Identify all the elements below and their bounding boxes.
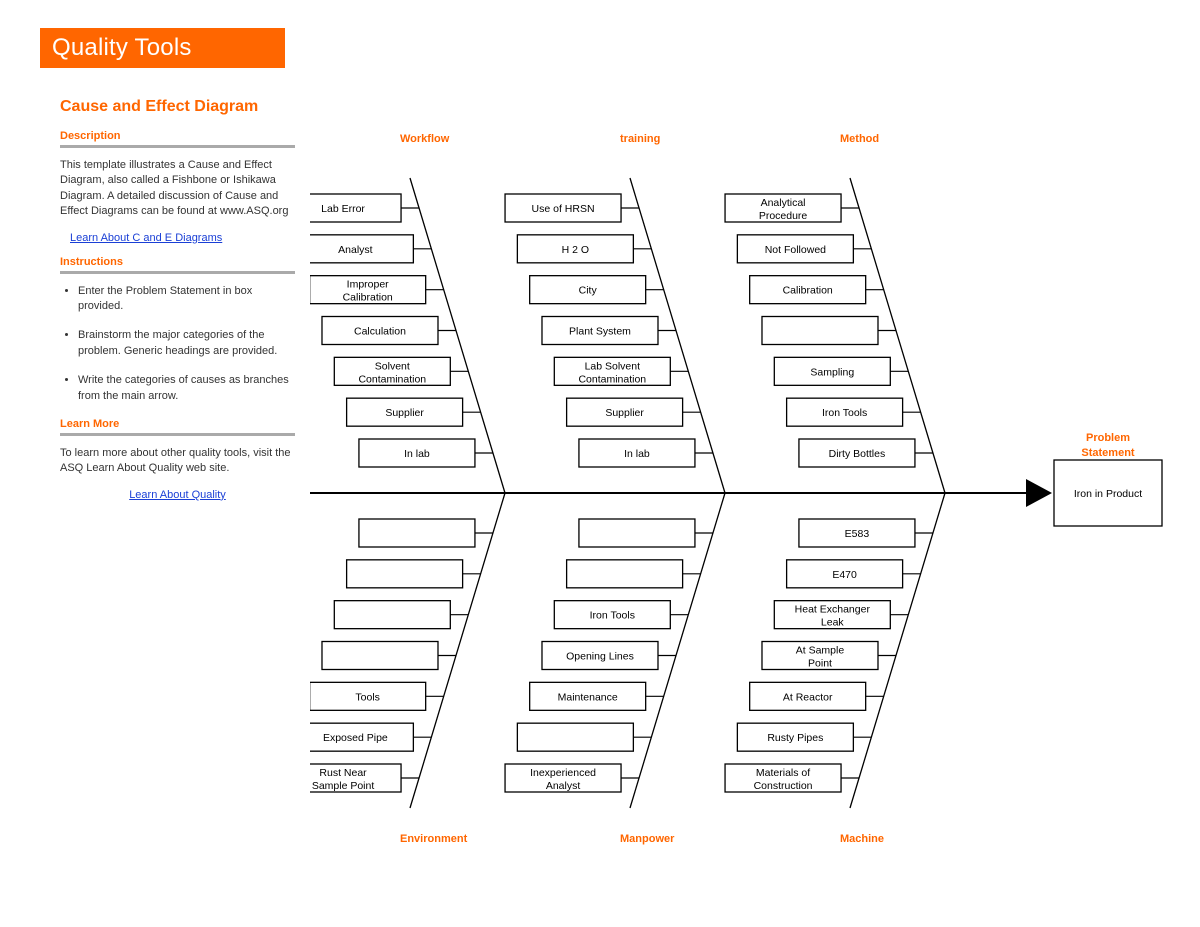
svg-text:H 2 O: H 2 O (562, 244, 589, 256)
svg-text:Use of HRSN: Use of HRSN (532, 203, 595, 215)
learn-text: To learn more about other quality tools,… (60, 446, 295, 477)
svg-text:Tools: Tools (355, 691, 380, 703)
svg-text:Heat Exchanger: Heat Exchanger (795, 604, 871, 616)
svg-text:Contamination: Contamination (578, 373, 646, 385)
svg-text:Lab Solvent: Lab Solvent (585, 360, 641, 372)
svg-text:Method: Method (840, 133, 879, 145)
svg-text:Contamination: Contamination (358, 373, 426, 385)
svg-text:E583: E583 (845, 528, 870, 540)
svg-text:Not Followed: Not Followed (765, 244, 826, 256)
svg-text:Analyst: Analyst (338, 244, 373, 256)
svg-text:E470: E470 (832, 569, 857, 581)
section-learn-heading: Learn More (60, 418, 295, 430)
svg-text:Inexperienced: Inexperienced (530, 767, 596, 779)
svg-text:Analyst: Analyst (546, 780, 581, 792)
svg-text:Improper: Improper (347, 279, 390, 291)
svg-text:Manpower: Manpower (620, 833, 675, 845)
svg-text:Problem: Problem (1086, 432, 1130, 444)
svg-text:Construction: Construction (754, 780, 813, 792)
section-instructions-heading: Instructions (60, 256, 295, 268)
divider (60, 433, 295, 436)
svg-text:Sample Point: Sample Point (312, 780, 375, 792)
svg-text:At Reactor: At Reactor (783, 691, 833, 703)
svg-text:In lab: In lab (404, 448, 430, 460)
svg-text:Solvent: Solvent (375, 360, 410, 372)
instruction-item: Brainstorm the major categories of the p… (78, 328, 295, 359)
svg-text:Analytical: Analytical (761, 197, 806, 209)
description-text: This template illustrates a Cause and Ef… (60, 158, 295, 220)
svg-text:Lab Error: Lab Error (321, 203, 365, 215)
page-title: Cause and Effect Diagram (60, 98, 258, 116)
svg-text:Environment: Environment (400, 833, 468, 845)
svg-text:In lab: In lab (624, 448, 650, 460)
instruction-item: Write the categories of causes as branch… (78, 373, 295, 404)
svg-text:Sampling: Sampling (810, 366, 854, 378)
instructions-list: Enter the Problem Statement in box provi… (60, 284, 295, 404)
svg-text:Point: Point (808, 658, 832, 670)
svg-text:At Sample: At Sample (796, 645, 845, 657)
divider (60, 271, 295, 274)
svg-text:Procedure: Procedure (759, 210, 808, 222)
svg-text:Exposed Pipe: Exposed Pipe (323, 732, 388, 744)
banner: Quality Tools (40, 28, 285, 68)
svg-text:Maintenance: Maintenance (558, 691, 618, 703)
svg-text:Calibration: Calibration (343, 292, 393, 304)
svg-text:Workflow: Workflow (400, 133, 450, 145)
svg-text:Calculation: Calculation (354, 326, 406, 338)
svg-text:Materials of: Materials of (756, 767, 810, 779)
svg-text:Opening Lines: Opening Lines (566, 651, 634, 663)
divider (60, 145, 295, 148)
svg-text:Rusty Pipes: Rusty Pipes (767, 732, 823, 744)
svg-text:Rust Near: Rust Near (319, 767, 367, 779)
link-learn-ce[interactable]: Learn About C and E Diagrams (70, 232, 295, 244)
svg-text:Iron in Product: Iron in Product (1074, 488, 1142, 500)
svg-text:Iron Tools: Iron Tools (590, 610, 635, 622)
svg-text:City: City (579, 285, 598, 297)
svg-text:Calibration: Calibration (783, 285, 833, 297)
link-learn-quality[interactable]: Learn About Quality (60, 489, 295, 501)
svg-text:Plant System: Plant System (569, 326, 631, 338)
svg-text:Leak: Leak (821, 617, 845, 629)
svg-text:Iron Tools: Iron Tools (822, 407, 867, 419)
svg-text:Machine: Machine (840, 833, 884, 845)
svg-text:Supplier: Supplier (605, 407, 644, 419)
svg-text:training: training (620, 133, 660, 145)
section-description-heading: Description (60, 130, 295, 142)
fishbone-diagram: Problem Statement Iron in Product Workflow L… (310, 130, 1180, 850)
svg-text:Statement: Statement (1081, 447, 1135, 459)
instruction-item: Enter the Problem Statement in box provi… (78, 284, 295, 315)
svg-text:Dirty Bottles: Dirty Bottles (829, 448, 886, 460)
svg-text:Supplier: Supplier (385, 407, 424, 419)
